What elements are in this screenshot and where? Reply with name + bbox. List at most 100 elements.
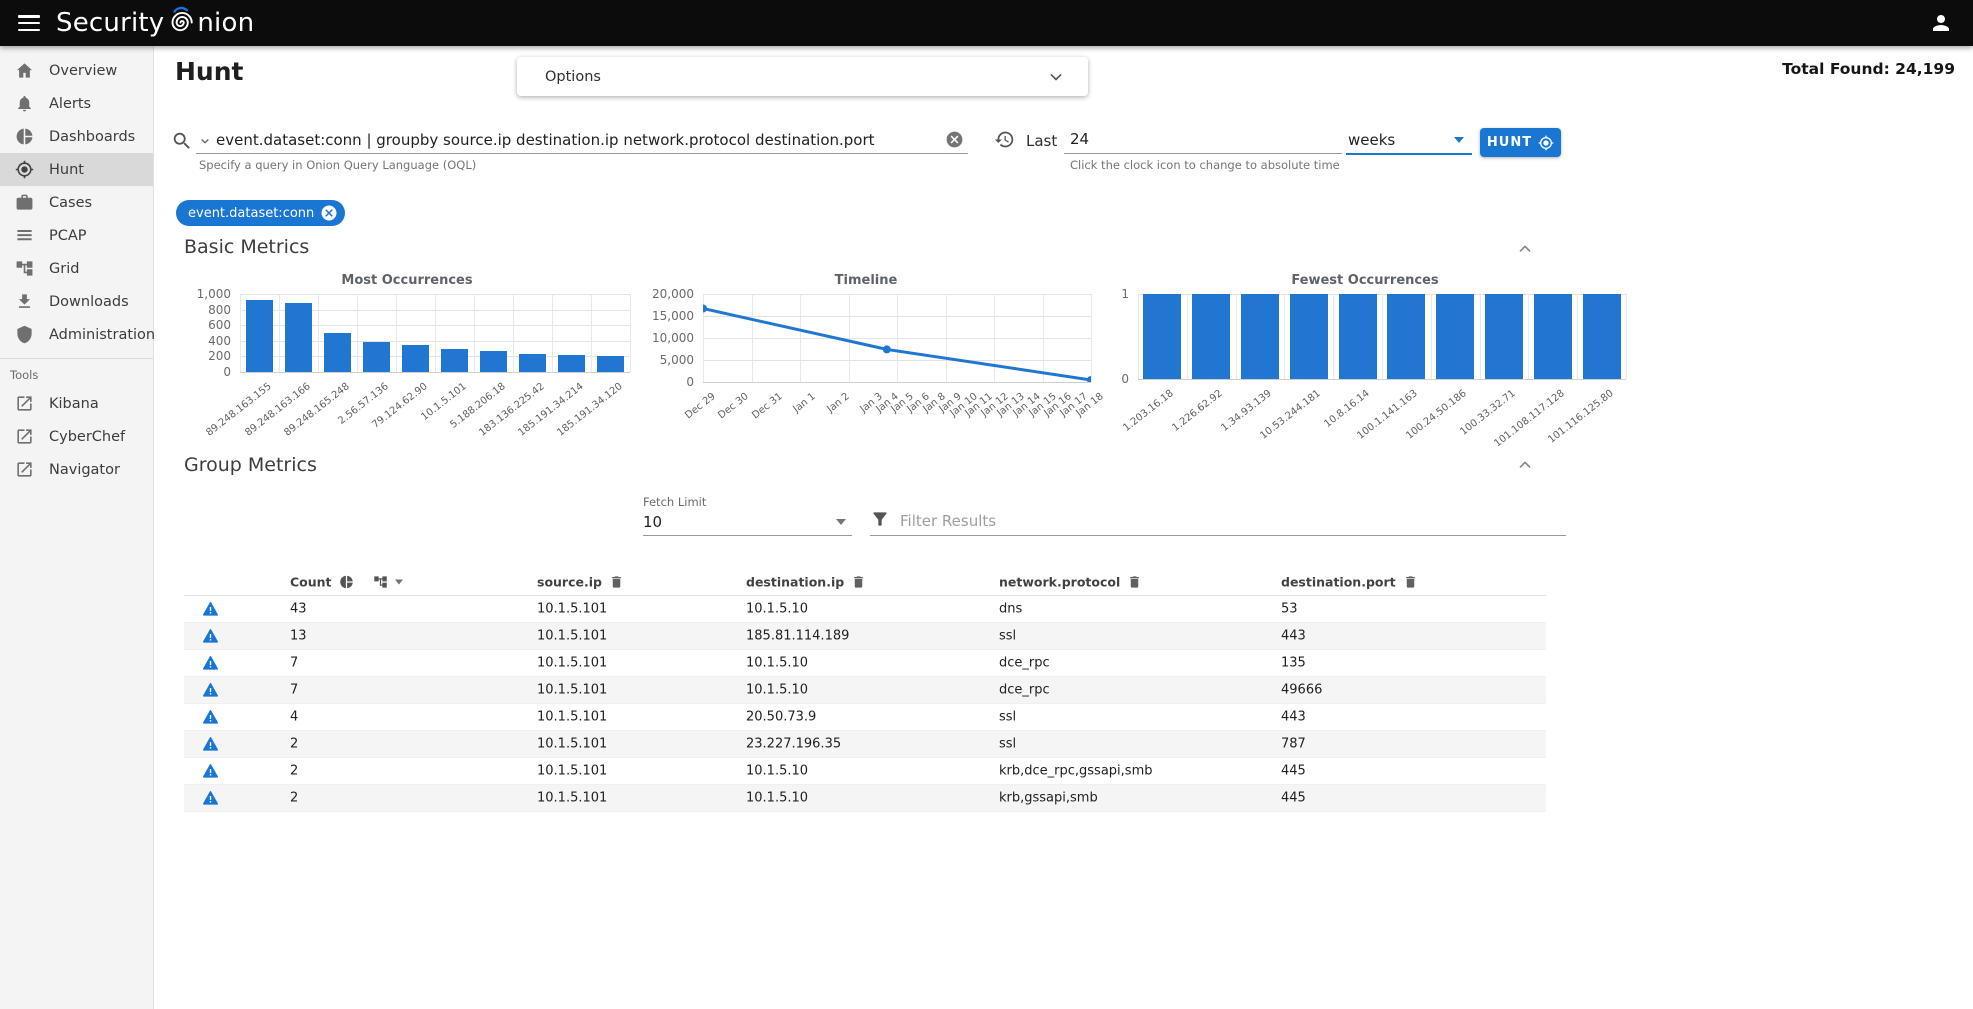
bar[interactable] — [285, 303, 312, 372]
chevron-down-icon[interactable] — [1046, 67, 1066, 87]
cell-source_ip[interactable]: 10.1.5.101 — [537, 710, 607, 725]
cell-count[interactable]: 43 — [290, 602, 307, 617]
bar[interactable] — [1241, 294, 1279, 379]
query-history-caret-icon[interactable] — [198, 134, 212, 148]
cell-destination_ip[interactable]: 20.50.73.9 — [746, 710, 816, 725]
trash-icon[interactable] — [1403, 574, 1418, 589]
caret-down-icon[interactable] — [395, 579, 403, 584]
duration-input[interactable] — [1064, 126, 1342, 152]
cell-network_protocol[interactable]: dce_rpc — [999, 656, 1050, 671]
sidebar-item-hunt[interactable]: Hunt — [0, 153, 153, 186]
bar[interactable] — [1583, 294, 1621, 379]
cell-source_ip[interactable]: 10.1.5.101 — [537, 602, 607, 617]
filter-results-input[interactable] — [898, 511, 1566, 531]
bar[interactable] — [597, 356, 624, 372]
sidebar-item-pcap[interactable]: PCAP — [0, 219, 153, 252]
cell-network_protocol[interactable]: krb,gssapi,smb — [999, 791, 1098, 806]
cell-destination_port[interactable]: 445 — [1281, 791, 1306, 806]
time-unit-select[interactable]: weeks — [1346, 126, 1472, 155]
bar[interactable] — [246, 300, 273, 372]
column-header-destination_port[interactable]: destination.port — [1281, 574, 1418, 589]
cell-destination_ip[interactable]: 10.1.5.10 — [746, 683, 808, 698]
warning-triangle-icon[interactable] — [202, 763, 219, 780]
group-tree-icon[interactable] — [373, 574, 388, 589]
data-point[interactable] — [703, 305, 707, 313]
cell-count[interactable]: 2 — [290, 791, 298, 806]
bar[interactable] — [363, 342, 390, 372]
cell-network_protocol[interactable]: ssl — [999, 710, 1016, 725]
cell-network_protocol[interactable]: dns — [999, 602, 1022, 617]
sidebar-item-alerts[interactable]: Alerts — [0, 87, 153, 120]
cell-destination_port[interactable]: 443 — [1281, 629, 1306, 644]
sidebar-tool-kibana[interactable]: Kibana — [0, 387, 153, 420]
cell-source_ip[interactable]: 10.1.5.101 — [537, 791, 607, 806]
cell-destination_port[interactable]: 445 — [1281, 764, 1306, 779]
remove-chip-icon[interactable] — [320, 204, 338, 222]
sidebar-item-grid[interactable]: Grid — [0, 252, 153, 285]
warning-triangle-icon[interactable] — [202, 736, 219, 753]
cell-count[interactable]: 2 — [290, 764, 298, 779]
warning-triangle-icon[interactable] — [202, 655, 219, 672]
filter-chip[interactable]: event.dataset:conn — [176, 200, 345, 226]
warning-triangle-icon[interactable] — [202, 790, 219, 807]
column-header-network_protocol[interactable]: network.protocol — [999, 574, 1142, 589]
sidebar-tool-navigator[interactable]: Navigator — [0, 453, 153, 486]
column-header-source_ip[interactable]: source.ip — [537, 574, 624, 589]
cell-network_protocol[interactable]: ssl — [999, 629, 1016, 644]
cell-destination_port[interactable]: 53 — [1281, 602, 1298, 617]
pie-chart-icon[interactable] — [339, 574, 354, 589]
cell-destination_ip[interactable]: 10.1.5.10 — [746, 791, 808, 806]
hamburger-icon[interactable] — [18, 15, 40, 31]
bar[interactable] — [402, 345, 429, 372]
cell-network_protocol[interactable]: krb,dce_rpc,gssapi,smb — [999, 764, 1152, 779]
bar[interactable] — [1143, 294, 1181, 379]
cell-source_ip[interactable]: 10.1.5.101 — [537, 656, 607, 671]
cell-destination_ip[interactable]: 10.1.5.10 — [746, 602, 808, 617]
fetch-limit-select[interactable]: 10 — [643, 508, 852, 536]
sidebar-item-cases[interactable]: Cases — [0, 186, 153, 219]
cell-count[interactable]: 2 — [290, 737, 298, 752]
cell-source_ip[interactable]: 10.1.5.101 — [537, 764, 607, 779]
sidebar-item-overview[interactable]: Overview — [0, 54, 153, 87]
data-point[interactable] — [883, 345, 891, 353]
cell-count[interactable]: 4 — [290, 710, 298, 725]
collapse-basic-metrics-icon[interactable] — [1516, 240, 1534, 258]
cell-source_ip[interactable]: 10.1.5.101 — [537, 737, 607, 752]
bar[interactable] — [1485, 294, 1523, 379]
bar[interactable] — [558, 355, 585, 372]
sidebar-item-administration[interactable]: Administration — [0, 318, 153, 351]
sidebar-item-dashboards[interactable]: Dashboards — [0, 120, 153, 153]
sidebar-item-downloads[interactable]: Downloads — [0, 285, 153, 318]
cell-count[interactable]: 7 — [290, 683, 298, 698]
cell-destination_ip[interactable]: 23.227.196.35 — [746, 737, 841, 752]
data-point[interactable] — [1087, 376, 1091, 382]
collapse-group-metrics-icon[interactable] — [1516, 456, 1534, 474]
bar[interactable] — [1339, 294, 1377, 379]
person-icon[interactable] — [1929, 11, 1953, 39]
trash-icon[interactable] — [851, 574, 866, 589]
bar[interactable] — [1387, 294, 1425, 379]
trash-icon[interactable] — [1127, 574, 1142, 589]
bar[interactable] — [519, 354, 546, 372]
cell-network_protocol[interactable]: dce_rpc — [999, 683, 1050, 698]
column-header-count[interactable]: Count — [290, 574, 403, 589]
cell-destination_ip[interactable]: 10.1.5.10 — [746, 656, 808, 671]
cell-destination_port[interactable]: 49666 — [1281, 683, 1322, 698]
cell-source_ip[interactable]: 10.1.5.101 — [537, 629, 607, 644]
hunt-button[interactable]: HUNT — [1480, 128, 1561, 157]
warning-triangle-icon[interactable] — [202, 601, 219, 618]
bar[interactable] — [1290, 294, 1328, 379]
warning-triangle-icon[interactable] — [202, 682, 219, 699]
cell-destination_port[interactable]: 443 — [1281, 710, 1306, 725]
bar[interactable] — [1436, 294, 1474, 379]
clear-query-icon[interactable] — [945, 130, 964, 149]
cell-source_ip[interactable]: 10.1.5.101 — [537, 683, 607, 698]
sidebar-tool-cyberchef[interactable]: CyberChef — [0, 420, 153, 453]
query-input[interactable] — [216, 131, 945, 149]
bar[interactable] — [441, 349, 468, 372]
bar[interactable] — [324, 333, 351, 372]
cell-destination_port[interactable]: 787 — [1281, 737, 1306, 752]
bar[interactable] — [480, 351, 507, 372]
bar[interactable] — [1534, 294, 1572, 379]
cell-count[interactable]: 13 — [290, 629, 307, 644]
